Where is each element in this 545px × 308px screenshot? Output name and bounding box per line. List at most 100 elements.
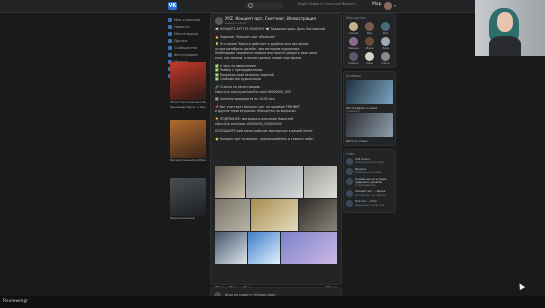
sidebar-ad[interactable]: Модели военной	[170, 178, 206, 222]
ad-title[interactable]: 18 лет без Алексея и Лиды	[170, 101, 206, 105]
avatar[interactable]	[381, 52, 390, 61]
link-text: XYZ School Онлайн-школа в сфере	[355, 158, 384, 164]
avatar[interactable]	[349, 52, 358, 61]
friend-item[interactable]: Дом	[378, 22, 393, 35]
link-subtitle: Подпишись на курсы	[355, 171, 382, 175]
ad-image[interactable]	[170, 178, 206, 216]
album-cover[interactable]	[346, 80, 393, 104]
username-label[interactable]: Мар	[372, 2, 382, 7]
album-item[interactable]: Фотографии со мной 2 альбома	[346, 80, 393, 113]
albums-title[interactable]: Альбомы	[346, 74, 393, 78]
avatar[interactable]	[365, 52, 374, 61]
avatar[interactable]	[365, 22, 374, 31]
friend-name[interactable]: Ира	[362, 32, 377, 35]
gallery-image[interactable]	[246, 166, 303, 198]
albums-block: Альбомы Фотографии со мной 2 альбома Фото …	[343, 71, 396, 146]
friends-block: Мои друзья Сергей Ира Дом Марина Женя Лиза Кир…	[343, 13, 396, 68]
gallery-image[interactable]	[299, 199, 337, 231]
friend-name[interactable]: Ольга	[378, 62, 393, 65]
sidebar-item[interactable]: Новости	[168, 23, 208, 30]
friend-name[interactable]: Лиза	[378, 47, 393, 50]
friend-item[interactable]: Марина	[346, 37, 361, 50]
friend-item[interactable]: Лиза	[378, 37, 393, 50]
vk-logo-icon[interactable]: VK	[168, 2, 177, 10]
sidebar-item[interactable]: Сообщества	[168, 44, 208, 51]
os-taskbar: Reviewmgr	[0, 296, 545, 308]
nav-icon	[168, 24, 172, 29]
link-item[interactable]: Концепт-арт — Ирина: мастерство, как чувс…	[346, 190, 393, 198]
user-avatar[interactable]	[384, 2, 392, 10]
top-navigation-bar: VK Night Shake & Crunched Bernie?... Мар…	[0, 0, 545, 13]
gallery-image[interactable]	[304, 166, 337, 198]
avatar[interactable]	[381, 37, 390, 46]
sidebar-item[interactable]: Моя страница	[168, 16, 208, 23]
link-avatar[interactable]	[346, 178, 353, 185]
mouse-cursor-icon	[516, 281, 526, 291]
gallery-row	[215, 199, 337, 231]
gallery-image[interactable]	[248, 232, 280, 264]
link-item[interactable]: Пол-тех — Стал визуального искусства	[346, 200, 393, 208]
avatar[interactable]	[365, 37, 374, 46]
webcam-person-body	[489, 36, 521, 56]
link-item[interactable]: XYZ School Онлайн-школа в сфере	[346, 158, 393, 165]
nav-icon	[168, 31, 172, 36]
chevron-down-icon[interactable]: ▾	[394, 3, 396, 8]
gallery-image[interactable]	[251, 199, 298, 231]
sidebar-item-label: Мессенджер	[174, 31, 199, 36]
right-column: Мои друзья Сергей Ира Дом Марина Женя Лиза Кир…	[343, 13, 396, 216]
album-item[interactable]: Фото со стены	[346, 113, 393, 143]
link-subtitle: мастерство, как чувство	[355, 193, 386, 197]
now-playing-track[interactable]: Night Shake & Crunched Bernie?...	[298, 2, 359, 6]
link-avatar[interactable]	[346, 168, 353, 175]
ad-subtitle: Рекламная Рарть. 4 июня	[170, 105, 206, 109]
link-avatar[interactable]	[346, 200, 353, 208]
ad-image[interactable]	[170, 62, 206, 100]
link-subtitle: визуального искусства	[355, 203, 385, 207]
friend-item[interactable]: Сергей	[346, 22, 361, 35]
link-avatar[interactable]	[346, 158, 353, 165]
sidebar-item-label: Сообщества	[174, 45, 198, 50]
gallery-image[interactable]	[215, 232, 247, 264]
friend-item[interactable]: Ира	[362, 22, 377, 35]
gallery-image[interactable]	[215, 199, 250, 231]
gallery-image[interactable]	[215, 166, 245, 198]
ad-title[interactable]: Модели военной	[170, 217, 206, 221]
gallery-image[interactable]	[281, 232, 337, 264]
avatar[interactable]	[349, 22, 358, 31]
taskbar-app-label[interactable]: Reviewmgr	[3, 299, 28, 304]
post-timestamp[interactable]: вчера в 15:27	[225, 21, 316, 25]
gallery-row	[215, 232, 337, 264]
webcam-person-face	[497, 12, 513, 32]
friends-title[interactable]: Мои друзья	[346, 16, 393, 20]
friend-item[interactable]: Женя	[362, 37, 377, 50]
link-avatar[interactable]	[346, 190, 353, 198]
community-avatar[interactable]	[215, 16, 223, 25]
friend-item[interactable]: Анна	[362, 52, 377, 65]
friend-name[interactable]: Дом	[378, 32, 393, 35]
link-item[interactable]: Онлайн-школа в сфере цифрового дизайна и …	[346, 178, 393, 187]
sidebar-item[interactable]: Мессенджер	[168, 30, 208, 37]
sidebar-item[interactable]: Фотографии	[168, 51, 208, 58]
gallery-row	[215, 166, 337, 198]
avatar[interactable]	[349, 37, 358, 46]
sidebar-ad[interactable]: 18 лет без Алексея и ЛидыРекламная Рарть…	[170, 62, 206, 109]
avatar[interactable]	[381, 22, 390, 31]
friend-name[interactable]: Сергей	[346, 32, 361, 35]
sidebar-item[interactable]: Друзья	[168, 37, 208, 44]
album-cover[interactable]	[346, 113, 393, 137]
link-item[interactable]: Игровое Подпишись на курсы	[346, 168, 393, 175]
ad-title[interactable]: Интерактивный изображение	[170, 159, 206, 163]
friend-item[interactable]: Кирилл	[346, 52, 361, 65]
friend-name[interactable]: Марина	[346, 47, 361, 50]
friend-name[interactable]: Женя	[362, 47, 377, 50]
links-title[interactable]: Links	[346, 152, 393, 156]
link-text: Пол-тех — Стал визуального искусства	[355, 200, 384, 206]
sidebar-ad[interactable]: Интерактивный изображение	[170, 120, 206, 164]
friend-name[interactable]: Анна	[362, 62, 377, 65]
album-title[interactable]: Фото со стены	[346, 139, 393, 143]
post-text-line: 📢 КОНЦЕПТ-АРТ ПО СКИЛЛОГ 📢 Традиция урок…	[215, 27, 325, 31]
friend-item[interactable]: Ольга	[378, 52, 393, 65]
friend-name[interactable]: Кирилл	[346, 62, 361, 65]
post-header: XYZ. Концепт-арт, Скетчинг, Иллюстрация …	[211, 14, 341, 27]
ad-image[interactable]	[170, 120, 206, 158]
